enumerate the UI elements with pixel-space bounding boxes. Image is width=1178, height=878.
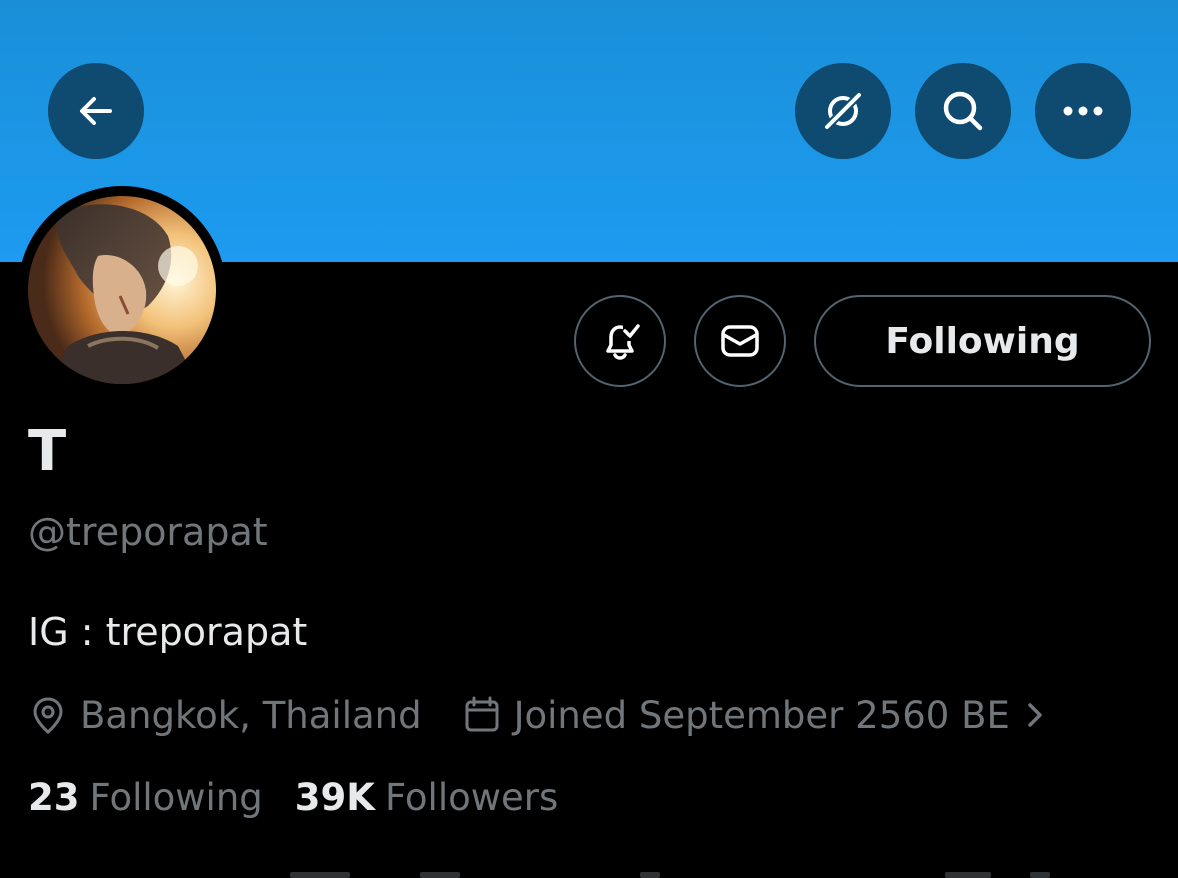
grok-slash-icon xyxy=(823,91,863,131)
profile-meta: Bangkok, Thailand Joined September 2560 … xyxy=(28,690,1058,740)
search-button[interactable] xyxy=(915,63,1011,159)
location: Bangkok, Thailand xyxy=(28,694,422,737)
user-handle: @treporapat xyxy=(28,510,268,554)
notifications-button[interactable] xyxy=(574,295,666,387)
avatar[interactable] xyxy=(28,196,216,384)
back-button[interactable] xyxy=(48,63,144,159)
bio: IG : treporapat xyxy=(28,610,308,654)
following-label[interactable]: Following xyxy=(90,776,263,819)
following-button[interactable]: Following xyxy=(814,295,1151,387)
followers-label[interactable]: Followers xyxy=(385,776,558,819)
search-icon xyxy=(943,91,983,131)
joined-text: Joined September 2560 BE xyxy=(513,693,1010,737)
display-name: T xyxy=(28,419,67,484)
joined-date[interactable]: Joined September 2560 BE xyxy=(462,694,1058,737)
location-pin-icon xyxy=(33,697,63,734)
message-button[interactable] xyxy=(694,295,786,387)
cutoff-content xyxy=(0,862,1178,878)
more-options-button[interactable] xyxy=(1035,63,1131,159)
envelope-icon xyxy=(721,325,759,357)
following-button-label: Following xyxy=(885,320,1080,362)
chevron-right-icon xyxy=(1024,699,1058,731)
location-text: Bangkok, Thailand xyxy=(80,693,422,737)
more-horizontal-icon xyxy=(1063,106,1103,116)
bell-check-icon xyxy=(606,323,641,360)
arrow-left-icon xyxy=(80,97,112,125)
grok-button[interactable] xyxy=(795,63,891,159)
followers-count[interactable]: 39K xyxy=(295,776,375,819)
following-count[interactable]: 23 xyxy=(28,776,80,819)
profile-stats: 23 Following 39K Followers xyxy=(28,776,558,819)
calendar-icon xyxy=(465,696,499,732)
